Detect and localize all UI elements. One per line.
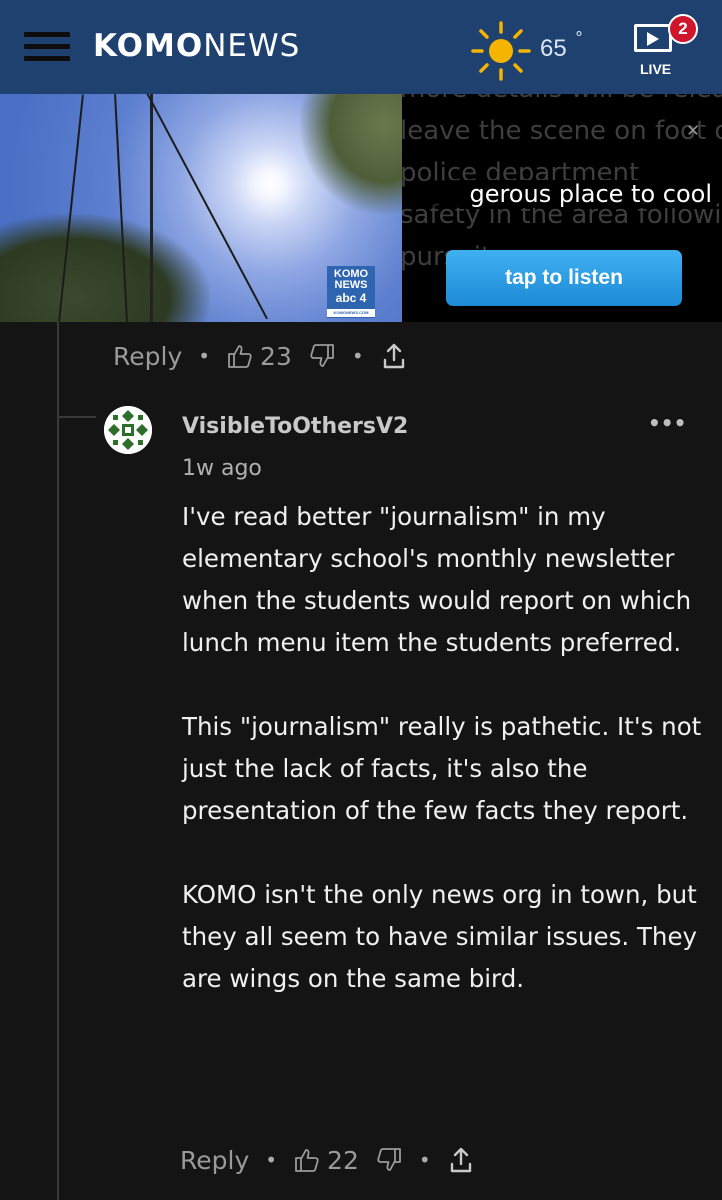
live-label: LIVE: [640, 61, 672, 77]
comment-paragraph: This "journalism" really is pathetic. It…: [182, 712, 702, 825]
komo-news-watermark: KOMO NEWS abc 4 KOMONEWS.COM: [327, 266, 375, 318]
thumbs-down-icon[interactable]: [308, 342, 336, 370]
comment-username[interactable]: VisibleToOthersV2: [182, 414, 408, 439]
tree-foliage: [300, 94, 402, 214]
live-tv-button[interactable]: 2 LIVE: [628, 14, 698, 84]
thread-connector: [58, 416, 96, 418]
tap-to-listen-button[interactable]: tap to listen: [446, 250, 682, 306]
comment-paragraph: I've read better "journalism" in my elem…: [182, 502, 692, 657]
separator-dot: •: [198, 344, 211, 368]
hamburger-menu-icon[interactable]: [24, 26, 70, 66]
like-count: 22: [327, 1145, 359, 1175]
comment-paragraph: KOMO isn't the only news org in town, bu…: [182, 880, 698, 993]
thread-line: [57, 322, 59, 1200]
live-notification-badge: 2: [668, 14, 698, 44]
komo-news-logo[interactable]: KOMONEWS: [93, 26, 300, 66]
video-thumbnail[interactable]: KOMO NEWS abc 4 KOMONEWS.COM: [0, 94, 402, 322]
separator-dot: •: [418, 1148, 431, 1172]
quilt-pattern-avatar-icon: [104, 406, 152, 454]
share-icon[interactable]: [447, 1146, 475, 1174]
article-line: leave the scene on foot or in a: [400, 116, 722, 146]
degree-symbol: °: [575, 28, 583, 47]
sun-icon: [471, 21, 531, 81]
play-icon: [647, 32, 659, 46]
top-nav-bar: KOMONEWS 65 ° 2 LIVE: [0, 0, 722, 94]
avatar[interactable]: [104, 406, 152, 454]
parent-comment-actions: Reply • 23 •: [113, 336, 408, 376]
reply-button[interactable]: Reply: [180, 1146, 249, 1175]
like-count: 23: [260, 341, 292, 371]
separator-dot: •: [265, 1148, 278, 1172]
comment-timestamp: 1w ago: [182, 456, 262, 481]
reply-button[interactable]: Reply: [113, 342, 182, 371]
thumbs-up-icon[interactable]: [226, 342, 254, 370]
separator-dot: •: [351, 344, 364, 368]
share-icon[interactable]: [380, 342, 408, 370]
more-options-icon[interactable]: •••: [648, 413, 686, 436]
thumbs-up-icon[interactable]: [293, 1146, 321, 1174]
close-player-icon[interactable]: ✕: [686, 123, 700, 139]
article-line: more details will be released? Did the s…: [400, 94, 722, 110]
weather-temperature[interactable]: 65: [540, 35, 567, 63]
comment-actions: Reply • 22 •: [180, 1140, 475, 1180]
tree-foliage: [0, 214, 210, 322]
headline-fragment: gerous place to cool: [412, 180, 712, 208]
thumbs-down-icon[interactable]: [375, 1146, 403, 1174]
comment-body: I've read better "journalism" in my elem…: [182, 496, 702, 1042]
utility-pole: [150, 94, 153, 322]
floating-video-player: more details will be released? Did the s…: [0, 94, 722, 322]
